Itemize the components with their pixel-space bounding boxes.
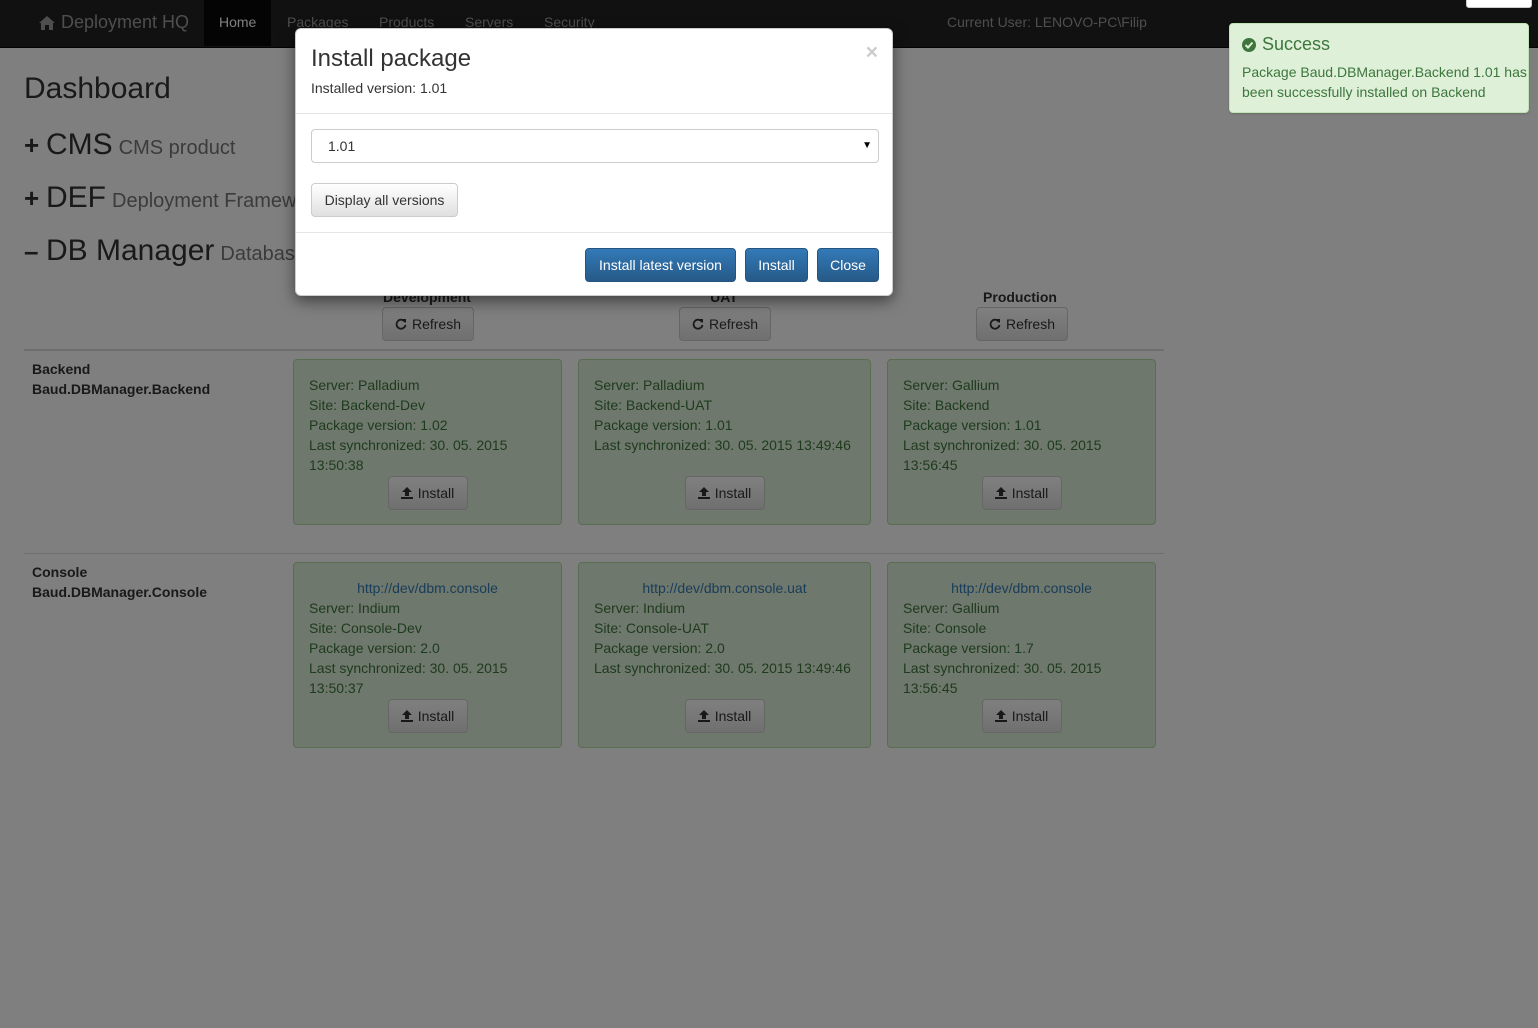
- close-icon[interactable]: ×: [866, 41, 878, 65]
- installed-version: Installed version: 1.01: [311, 80, 448, 96]
- install-button[interactable]: Install: [745, 248, 808, 282]
- modal-title: Install package: [311, 45, 472, 72]
- close-button[interactable]: Close: [817, 248, 879, 282]
- modal-header-divider: [296, 113, 892, 114]
- toast-title-text: Success: [1262, 34, 1331, 54]
- toast-message: Package Baud.DBManager.Backend 1.01 has …: [1242, 64, 1527, 100]
- check-circle-icon: [1242, 37, 1256, 52]
- toast-title: Success: [1242, 34, 1330, 55]
- version-select[interactable]: 1.01 ▼: [311, 129, 879, 163]
- display-all-versions-button[interactable]: Display all versions: [311, 183, 458, 217]
- install-package-modal: Install package Installed version: 1.01 …: [295, 28, 893, 296]
- chevron-down-icon: ▼: [862, 140, 872, 151]
- success-toast[interactable]: Success Package Baud.DBManager.Backend 1…: [1229, 23, 1529, 113]
- corner-button[interactable]: [1466, 0, 1532, 8]
- selected-version: 1.01: [328, 138, 356, 154]
- modal-footer-divider: [296, 232, 892, 233]
- install-latest-button[interactable]: Install latest version: [585, 248, 736, 282]
